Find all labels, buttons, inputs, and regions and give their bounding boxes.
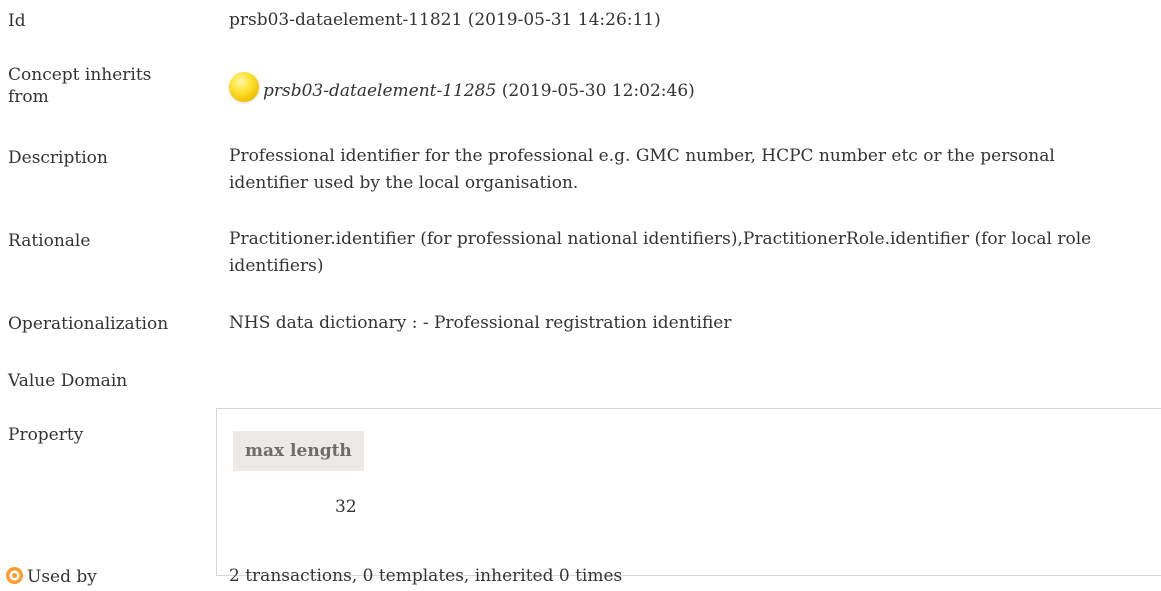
description-value: Professional identifier for the professi…	[229, 146, 1055, 193]
rationale-value: Practitioner.identifier (for professiona…	[229, 229, 1092, 276]
property-label: Property	[8, 425, 84, 445]
concept-inherits-label: Concept inherits from	[8, 65, 152, 107]
used-by-label-wrap: Used by	[6, 566, 221, 588]
id-label: Id	[8, 11, 26, 31]
property-table: max length 32	[216, 408, 1161, 576]
inherited-concept-link[interactable]: prsb03-dataelement-11285	[263, 81, 496, 101]
max-length-value: 32	[335, 497, 357, 517]
description-label: Description	[8, 148, 108, 168]
id-value: prsb03-dataelement-11821 (2019-05-31 14:…	[229, 10, 661, 30]
used-by-label: Used by	[27, 567, 97, 587]
rationale-label: Rationale	[8, 231, 91, 251]
yellow-concept-ball-icon	[229, 72, 259, 102]
inherited-concept-date: (2019-05-30 12:02:46)	[496, 81, 695, 101]
operationalization-label: Operationalization	[8, 314, 169, 334]
operationalization-value: NHS data dictionary : - Professional reg…	[229, 313, 732, 333]
used-by-value: 2 transactions, 0 templates, inherited 0…	[229, 566, 623, 586]
value-domain-label: Value Domain	[8, 371, 128, 391]
concept-inherits-value: prsb03-dataelement-11285 (2019-05-30 12:…	[229, 72, 1121, 105]
max-length-header: max length	[233, 431, 364, 471]
target-icon	[6, 567, 23, 584]
